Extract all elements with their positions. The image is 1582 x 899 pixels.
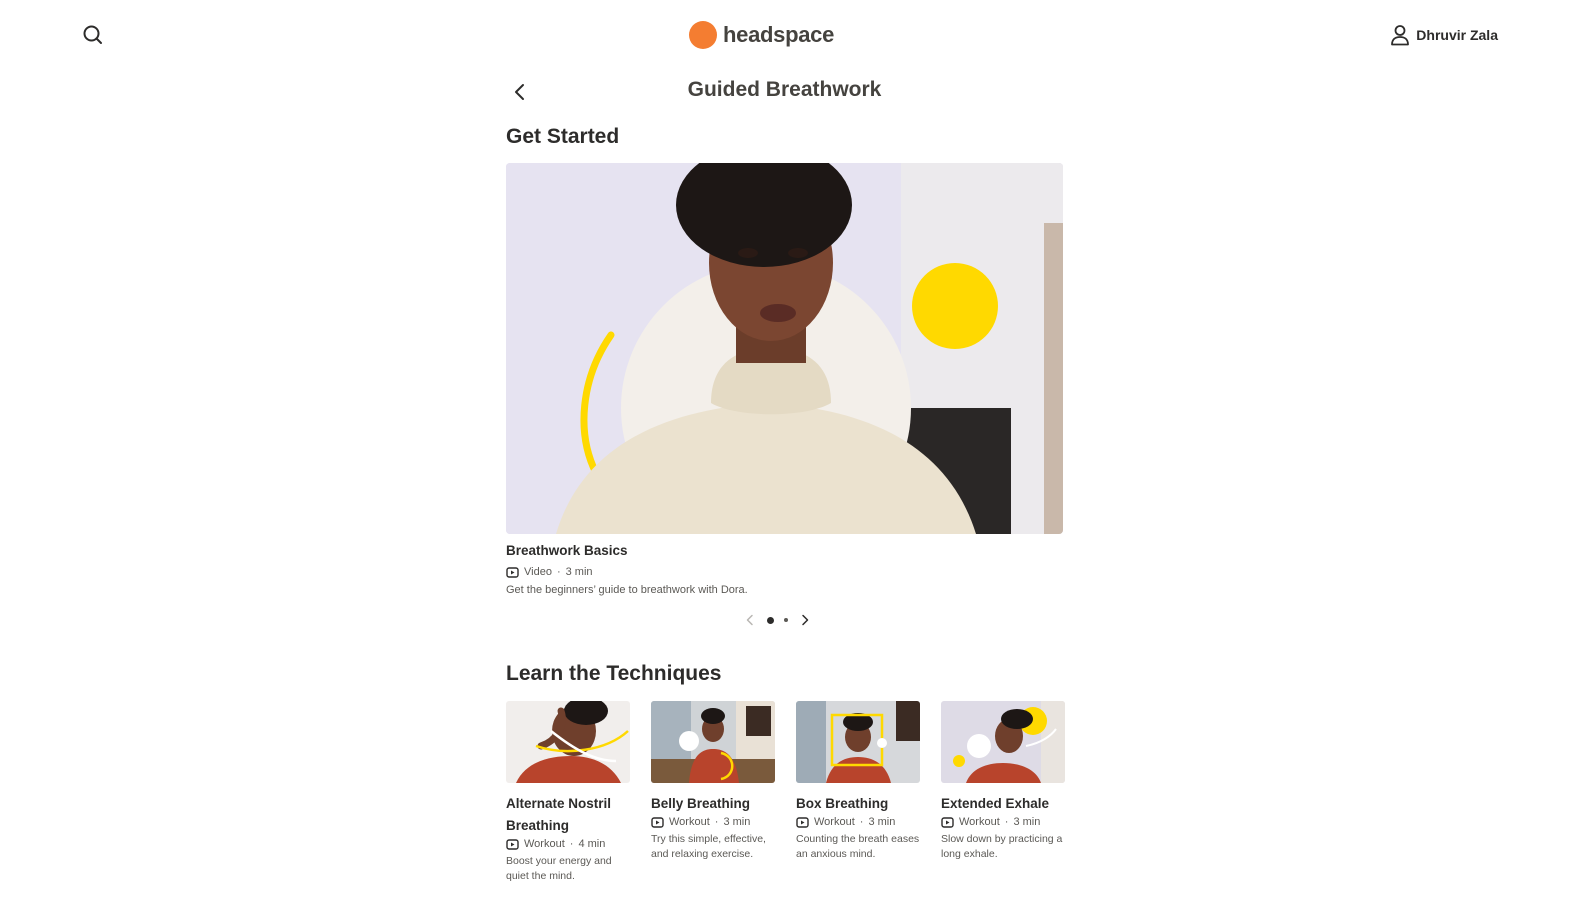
user-icon — [1391, 25, 1410, 46]
technique-duration: 3 min — [868, 816, 896, 828]
technique-thumbnail-image — [651, 701, 775, 783]
technique-thumbnail-image — [506, 701, 630, 783]
featured-type: Video — [524, 566, 552, 578]
technique-card[interactable]: Box Breathing Workout · 3 min Counting t… — [796, 701, 920, 884]
technique-type: Workout — [814, 816, 855, 828]
main-content: Guided Breathwork Get Started Breathwork… — [506, 72, 1065, 882]
featured-duration: 3 min — [565, 566, 593, 578]
featured-video-thumbnail[interactable] — [506, 163, 1063, 534]
meta-separator: · — [569, 838, 574, 850]
featured-illustration — [506, 163, 1063, 534]
featured-description: Get the beginners’ guide to breathwork w… — [506, 584, 748, 596]
technique-duration: 4 min — [578, 838, 606, 850]
technique-description: Try this simple, effective, and relaxing… — [651, 833, 766, 860]
learn-techniques-heading: Learn the Techniques — [506, 662, 722, 685]
carousel-pager — [743, 612, 812, 628]
search-button[interactable] — [80, 22, 106, 48]
technique-duration: 3 min — [1013, 816, 1041, 828]
video-icon — [651, 816, 664, 828]
featured-title[interactable]: Breathwork Basics — [506, 543, 628, 558]
technique-meta: Workout · 3 min — [651, 816, 775, 828]
technique-title: Alternate Nostril Breathing — [506, 796, 612, 833]
user-menu[interactable]: Dhruvir Zala — [1390, 24, 1498, 46]
logo-text: headspace — [723, 22, 835, 47]
search-icon — [83, 25, 102, 44]
top-header: headspace Dhruvir Zala — [0, 0, 1582, 72]
meta-separator: · — [556, 566, 561, 578]
technique-thumbnail[interactable] — [651, 701, 775, 783]
page-title: Guided Breathwork — [687, 78, 882, 101]
title-bar: Guided Breathwork — [506, 72, 1063, 112]
technique-type: Workout — [959, 816, 1000, 828]
technique-thumbnail-image — [796, 701, 920, 783]
chevron-right-icon — [802, 614, 809, 626]
technique-card[interactable]: Extended Exhale Workout · 3 min Slow dow… — [941, 701, 1065, 884]
technique-description: Boost your energy and quiet the mind. — [506, 855, 612, 882]
technique-meta: Workout · 3 min — [796, 816, 920, 828]
technique-thumbnail[interactable] — [796, 701, 920, 783]
technique-thumbnail[interactable] — [941, 701, 1065, 783]
technique-title: Belly Breathing — [651, 796, 751, 811]
technique-meta: Workout · 3 min — [941, 816, 1065, 828]
technique-card[interactable]: Alternate Nostril Breathing Workout · 4 … — [506, 701, 630, 884]
technique-title: Extended Exhale — [941, 796, 1050, 811]
carousel-dot[interactable] — [784, 618, 788, 622]
technique-meta: Workout · 4 min — [506, 838, 630, 850]
carousel-prev-button[interactable] — [743, 612, 757, 628]
meta-separator: · — [1004, 816, 1009, 828]
technique-title: Box Breathing — [796, 796, 889, 811]
meta-separator: · — [714, 816, 719, 828]
chevron-left-icon — [746, 614, 753, 626]
meta-separator: · — [859, 816, 864, 828]
technique-type: Workout — [524, 838, 565, 850]
logo-orange-dot — [689, 21, 717, 49]
technique-description: Counting the breath eases an anxious min… — [796, 833, 920, 860]
technique-thumbnail-image — [941, 701, 1065, 783]
get-started-heading: Get Started — [506, 125, 620, 148]
carousel-next-button[interactable] — [798, 612, 812, 628]
technique-card[interactable]: Belly Breathing Workout · 3 min Try this… — [651, 701, 775, 884]
video-icon — [506, 566, 519, 578]
video-icon — [506, 838, 519, 850]
headspace-logo[interactable]: headspace — [689, 21, 834, 49]
technique-thumbnail[interactable] — [506, 701, 630, 783]
video-icon — [941, 816, 954, 828]
video-icon — [796, 816, 809, 828]
carousel-dot-active[interactable] — [767, 616, 774, 624]
technique-description: Slow down by practicing a long exhale. — [941, 833, 1063, 860]
user-name: Dhruvir Zala — [1416, 27, 1498, 43]
technique-type: Workout — [669, 816, 710, 828]
featured-meta: Video · 3 min — [506, 566, 593, 578]
technique-duration: 3 min — [723, 816, 751, 828]
technique-cards: Alternate Nostril Breathing Workout · 4 … — [506, 701, 1065, 884]
